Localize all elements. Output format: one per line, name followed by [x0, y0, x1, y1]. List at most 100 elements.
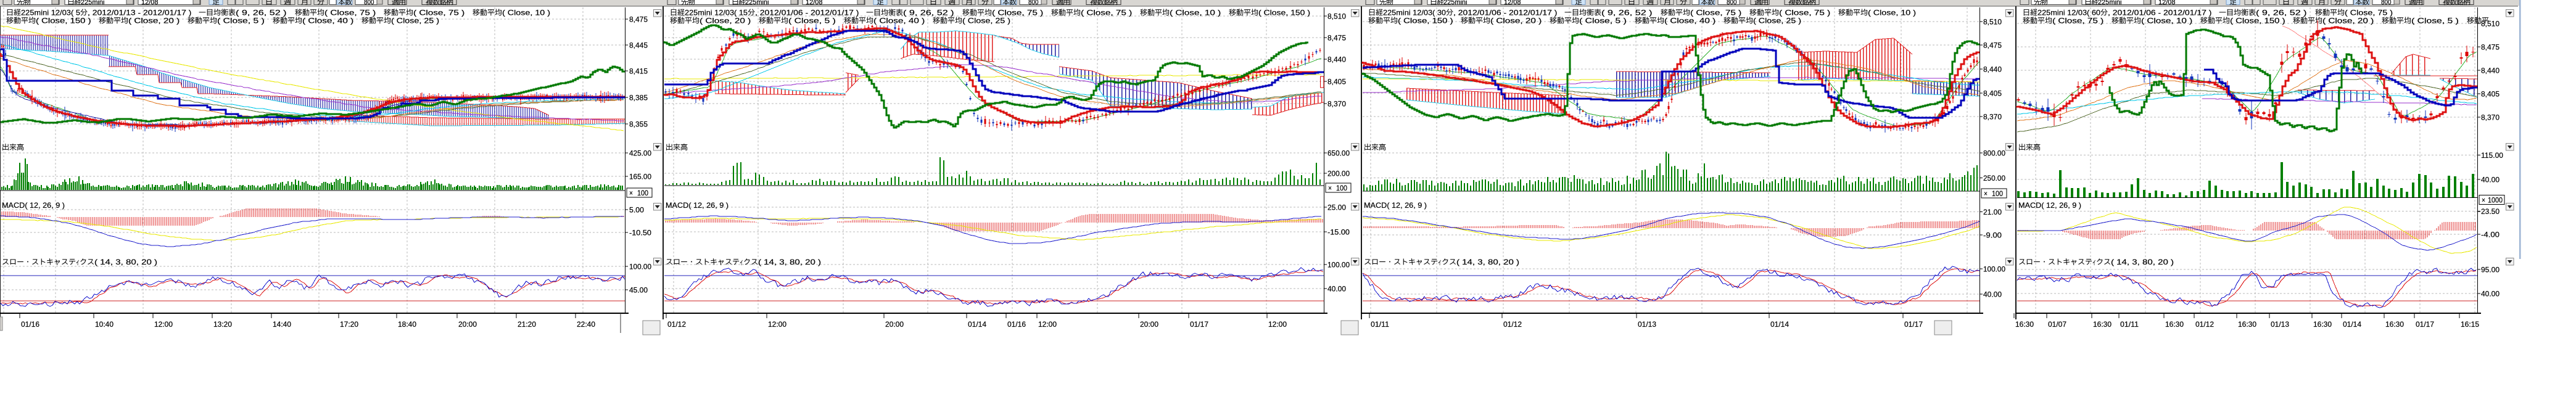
- svg-text:8,440: 8,440: [1983, 65, 2002, 74]
- svg-text:( Close, 5 ): ( Close, 5 ): [2411, 17, 2467, 25]
- svg-text:8,370: 8,370: [2481, 113, 2500, 122]
- svg-text:( Close, 75 ): ( Close, 75 ): [2345, 9, 2393, 17]
- svg-text:16:30: 16:30: [2238, 320, 2256, 329]
- svg-text:23.50: 23.50: [2481, 207, 2500, 216]
- svg-text:14:40: 14:40: [273, 320, 291, 329]
- svg-text:225mini: 225mini: [2098, 0, 2122, 6]
- svg-text:17:20: 17:20: [340, 320, 358, 329]
- svg-text:( Close, 75 ): ( Close, 75 ): [324, 9, 384, 17]
- svg-text:×: ×: [1984, 189, 1988, 198]
- svg-text:8,445: 8,445: [629, 41, 648, 50]
- svg-text:16:30: 16:30: [2015, 320, 2034, 329]
- svg-text:8,475: 8,475: [1327, 34, 1346, 43]
- svg-text:01/14: 01/14: [968, 320, 986, 329]
- svg-text:( Close, 5 ): ( Close, 5 ): [217, 17, 273, 25]
- svg-text:MACD( 12, 26, 9 ): MACD( 12, 26, 9 ): [666, 201, 729, 210]
- svg-text:( Close, 75 ): ( Close, 75 ): [992, 9, 1051, 17]
- svg-text:( Close, 10 ): ( Close, 10 ): [502, 9, 550, 17]
- svg-text:( Close, 25 ): ( Close, 25 ): [962, 17, 1010, 25]
- svg-text:( Close, 150 ): ( Close, 150 ): [1258, 9, 1310, 17]
- svg-text:16:30: 16:30: [2385, 320, 2404, 329]
- svg-text:( Close, 150 ): ( Close, 150 ): [36, 17, 99, 25]
- svg-text:01/12: 01/12: [1503, 320, 1522, 329]
- svg-text:21:20: 21:20: [518, 320, 536, 329]
- svg-text:01/17: 01/17: [1904, 320, 1923, 329]
- svg-text:12/08: 12/08: [806, 0, 823, 6]
- svg-text:8,405: 8,405: [1327, 78, 1346, 86]
- svg-text:8,355: 8,355: [629, 120, 648, 129]
- svg-text:800: 800: [364, 0, 374, 6]
- svg-text:425.00: 425.00: [629, 149, 651, 158]
- svg-text:, 2012/01/13 - 2012/01/17 ): , 2012/01/13 - 2012/01/17 ): [88, 9, 199, 17]
- svg-text:16:30: 16:30: [2165, 320, 2184, 329]
- svg-text:800.00: 800.00: [1983, 149, 2005, 158]
- svg-text:800: 800: [1028, 0, 1039, 6]
- svg-text:( Close, 25 ): ( Close, 25 ): [1753, 17, 1801, 25]
- svg-text:-15.00: -15.00: [1327, 228, 1350, 237]
- svg-text:-10.50: -10.50: [629, 229, 651, 237]
- svg-text:( Close, 75 ): ( Close, 75 ): [1690, 9, 1749, 17]
- svg-text:( Close, 20 ): ( Close, 20 ): [700, 17, 759, 25]
- svg-text:01/16: 01/16: [21, 320, 39, 329]
- svg-text:01/13: 01/13: [1638, 320, 1656, 329]
- svg-text:250.00: 250.00: [1983, 174, 2005, 183]
- svg-text:8,440: 8,440: [2481, 67, 2500, 75]
- svg-text:22:40: 22:40: [577, 320, 595, 329]
- svg-text:( Close, 75 ): ( Close, 75 ): [1779, 9, 1838, 17]
- svg-text:MACD( 12, 26, 9 ): MACD( 12, 26, 9 ): [2018, 201, 2081, 210]
- svg-text:100: 100: [1992, 189, 2003, 198]
- svg-text:8,415: 8,415: [629, 67, 648, 76]
- svg-text:( Close, 75 ): ( Close, 75 ): [2052, 17, 2112, 25]
- svg-text:( 14, 3, 80, 20 ): ( 14, 3, 80, 20 ): [2111, 258, 2174, 266]
- svg-text:8,475: 8,475: [2481, 43, 2500, 52]
- svg-text:12:00: 12:00: [154, 320, 173, 329]
- svg-text:225mini 12/03( 15: 225mini 12/03( 15: [685, 9, 748, 17]
- svg-text:650.00: 650.00: [1327, 149, 1350, 158]
- svg-text:01/17: 01/17: [1190, 320, 1208, 329]
- svg-text:40.00: 40.00: [2481, 290, 2500, 298]
- svg-text:40.00: 40.00: [2481, 176, 2500, 184]
- svg-text:( 9, 26, 52 ): ( 9, 26, 52 ): [236, 9, 295, 17]
- svg-text:115.00: 115.00: [2481, 151, 2503, 160]
- svg-text:( 9, 26, 52 ): ( 9, 26, 52 ): [2256, 9, 2315, 17]
- svg-text:( Close, 40 ): ( Close, 40 ): [873, 17, 933, 25]
- svg-text:01/12: 01/12: [2195, 320, 2214, 329]
- svg-text:100.00: 100.00: [629, 263, 651, 271]
- svg-text:( Close, 40 ): ( Close, 40 ): [1664, 17, 1724, 25]
- svg-text:800: 800: [1727, 0, 1737, 6]
- svg-text:( Close, 150 ): ( Close, 150 ): [2230, 17, 2293, 25]
- svg-text:12:00: 12:00: [768, 320, 786, 329]
- svg-text:-4.00: -4.00: [2481, 231, 2500, 239]
- svg-text:ィ: ィ: [1438, 258, 1442, 266]
- svg-text:16:15: 16:15: [2461, 320, 2479, 329]
- svg-text:-9.00: -9.00: [1983, 231, 2002, 240]
- svg-text:12:00: 12:00: [1268, 320, 1287, 329]
- svg-text:100.00: 100.00: [1327, 261, 1350, 269]
- svg-text:800: 800: [2381, 0, 2392, 6]
- svg-text:( 14, 3, 80, 20 ): ( 14, 3, 80, 20 ): [1456, 258, 1519, 266]
- svg-text:100: 100: [1336, 184, 1347, 192]
- svg-text:×: ×: [1328, 184, 1332, 192]
- svg-text:01/12: 01/12: [667, 320, 686, 329]
- svg-text:ィ: ィ: [76, 258, 80, 266]
- svg-text:01/11: 01/11: [2120, 320, 2139, 329]
- svg-text:8,475: 8,475: [629, 15, 648, 24]
- svg-text:( Close, 20 ): ( Close, 20 ): [1490, 17, 1550, 25]
- svg-text:( 9, 26, 52 ): ( 9, 26, 52 ): [903, 9, 962, 17]
- svg-text:01/07: 01/07: [2048, 320, 2066, 329]
- svg-text:10:40: 10:40: [95, 320, 114, 329]
- svg-text:01/11: 01/11: [1371, 320, 1389, 329]
- svg-text:8,405: 8,405: [1983, 89, 2002, 98]
- svg-text:MACD( 12, 26, 9 ): MACD( 12, 26, 9 ): [2, 201, 65, 210]
- svg-text:18:40: 18:40: [398, 320, 416, 329]
- svg-text:01/17: 01/17: [2416, 320, 2434, 329]
- svg-text:12/08: 12/08: [1504, 0, 1521, 6]
- svg-text:01/14: 01/14: [2343, 320, 2361, 329]
- svg-text:5.00: 5.00: [629, 206, 644, 215]
- svg-text:12/08: 12/08: [2158, 0, 2176, 6]
- svg-text:225mini: 225mini: [745, 0, 769, 6]
- svg-text:225mini 12/03( 5: 225mini 12/03( 5: [21, 9, 80, 17]
- svg-text:8,510: 8,510: [1327, 12, 1346, 21]
- svg-text:( Close, 5 ): ( Close, 5 ): [788, 17, 844, 25]
- svg-text:8,475: 8,475: [1983, 41, 2002, 50]
